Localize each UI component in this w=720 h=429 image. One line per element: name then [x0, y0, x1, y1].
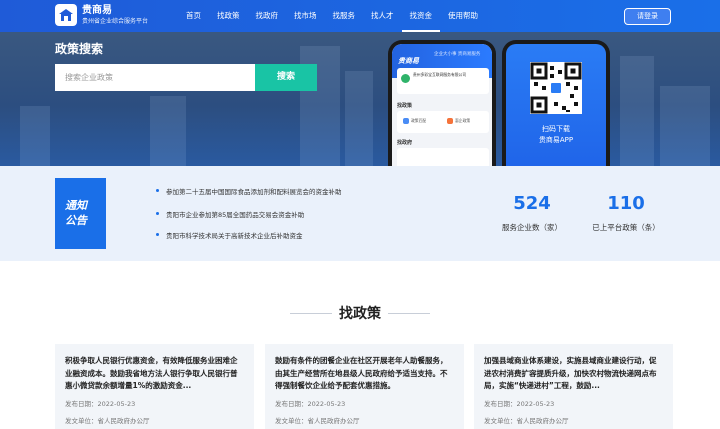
stat-enterprise-label: 服务企业数（家）	[502, 223, 562, 232]
nav-item-help[interactable]: 使用帮助	[440, 0, 486, 32]
policy-card[interactable]: 积极争取人民银行优惠资金，有效降低服务业困难企业融资成本。鼓励我省地方法人银行争…	[55, 344, 254, 429]
policy-card-title: 鼓励有条件的团餐企业在社区开展老年人助餐服务，由其生产经营所在地县级人民政府给予…	[275, 356, 448, 390]
app-logo-icon	[549, 81, 563, 95]
notice-item[interactable]: 参加第二十五届中国国际食品添加剂和配料展览会的资金补助	[156, 186, 342, 196]
nav-item-talent[interactable]: 找人才	[363, 0, 402, 32]
app-brand: 贵商易	[398, 57, 419, 65]
notice-label-line1: 通知	[65, 199, 87, 212]
qr-code-icon[interactable]	[530, 62, 582, 114]
app-slogan: 企业大小事 贵商易服务	[434, 52, 481, 57]
top-header: 贵商易 贵州省企业综合服务平台 首页 找政策 找政府 找市场 找服务 找人才 找…	[0, 0, 720, 32]
policy-card[interactable]: 加强县域商业体系建设，实施县域商业建设行动，促进农村消费扩容提质升级，加快农村物…	[474, 344, 673, 429]
section-title: 找政策	[339, 306, 381, 322]
notice-item[interactable]: 贵阳市科学技术局关于高新技术企业后补助资金	[156, 230, 303, 240]
policy-card-unit: 发文单位：省人民政府办公厅	[65, 417, 150, 425]
login-button[interactable]: 请登录	[624, 8, 671, 25]
qr-download-phone: 扫码下载 贵商易APP	[502, 40, 610, 166]
app-chip-match: 政策匹配	[411, 118, 427, 123]
policy-card-unit: 发文单位：省人民政府办公厅	[275, 417, 360, 425]
notice-band: 通知 公告 参加第二十五届中国国际食品添加剂和配料展览会的资金补助 贵阳市企业参…	[0, 166, 720, 261]
qr-caption-line2: 贵商易APP	[538, 136, 574, 144]
nav-item-funding[interactable]: 找资金	[401, 0, 440, 32]
site-logo[interactable]: 贵商易 贵州省企业综合服务平台	[55, 4, 148, 26]
policy-card-title: 积极争取人民银行优惠资金，有效降低服务业困难企业融资成本。鼓励我省地方法人银行争…	[65, 356, 238, 390]
notice-item[interactable]: 贵阳市企业参加第85届全国药品交易会资金补助	[155, 209, 304, 219]
nav-item-market[interactable]: 找市场	[286, 0, 325, 32]
logo-name: 贵商易	[82, 4, 112, 16]
stat-enterprise-count: 524	[513, 193, 551, 214]
app-government-card	[397, 148, 489, 166]
stat-policy-count: 110	[607, 193, 645, 214]
policy-card-date: 发布日期：2022-05-23	[484, 400, 555, 408]
stat-policy-label: 已上平台政策（条）	[592, 223, 660, 232]
policy-card-date: 发布日期：2022-05-23	[65, 400, 136, 408]
policy-card[interactable]: 鼓励有条件的团餐企业在社区开展老年人助餐服务，由其生产经营所在地县级人民政府给予…	[265, 344, 464, 429]
company-avatar-icon	[401, 74, 410, 83]
nav-item-government[interactable]: 找政府	[248, 0, 287, 32]
search-button[interactable]: 搜索	[255, 64, 317, 91]
policy-section: 找政策 积极争取人民银行优惠资金，有效降低服务业困难企业融资成本。鼓励我省地方法…	[0, 261, 720, 429]
app-company-name: 贵州多彩宝互联网服务有限公司	[413, 72, 467, 77]
logo-subtitle: 贵州省企业综合服务平台	[82, 17, 149, 25]
nav-item-home[interactable]: 首页	[178, 0, 209, 32]
app-preview-phone: 贵商易 企业大小事 贵商易服务 贵州多彩宝互联网服务有限公司 找政策 政策匹配 …	[388, 40, 496, 166]
nav-item-service[interactable]: 找服务	[325, 0, 364, 32]
benefit-policy-icon	[447, 118, 453, 124]
policy-card-title: 加强县域商业体系建设，实施县域商业建设行动，促进农村消费扩容提质升级，加快农村物…	[484, 356, 657, 390]
policy-match-icon	[403, 118, 409, 124]
nav-item-policy[interactable]: 找政策	[209, 0, 248, 32]
app-section-policy: 找政策	[397, 103, 413, 109]
main-nav: 首页 找政策 找政府 找市场 找服务 找人才 找资金 使用帮助	[178, 0, 486, 32]
logo-mark-icon	[55, 4, 77, 26]
title-divider-right	[388, 313, 430, 314]
policy-card-unit: 发文单位：省人民政府办公厅	[484, 417, 569, 425]
app-company-card: 贵州多彩宝互联网服务有限公司	[397, 68, 489, 94]
policy-card-date: 发布日期：2022-05-23	[275, 400, 346, 408]
qr-caption-line1: 扫码下载	[542, 125, 570, 133]
hero-title: 政策搜索	[55, 42, 104, 56]
hero-banner: 政策搜索 搜索 贵商易 企业大小事 贵商易服务 贵州多彩宝互联网服务有限公司 找…	[0, 32, 720, 166]
notice-label: 通知 公告	[55, 178, 106, 249]
app-policy-card: 政策匹配 惠企政策	[397, 111, 489, 133]
notice-label-line2: 公告	[65, 214, 87, 227]
app-section-government: 找政府	[397, 140, 413, 146]
policy-search-input[interactable]	[55, 64, 255, 91]
app-chip-benefit: 惠企政策	[455, 118, 471, 123]
